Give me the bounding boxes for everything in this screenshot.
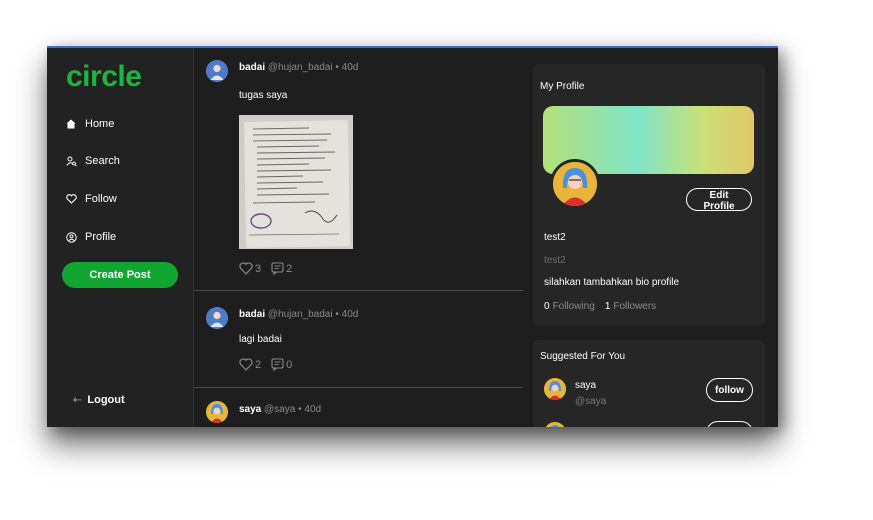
comment-icon (271, 262, 284, 275)
followers-count: 1 (604, 301, 611, 312)
like-button[interactable]: 3 (239, 262, 261, 275)
app-window: circle Home Search Follow Profile Create… (47, 46, 778, 427)
profile-stats: 0 Following 1 Followers (544, 301, 656, 312)
sidebar-item-label: Home (85, 118, 115, 130)
right-panel: My Profile Edit Profile test2 test2 sila… (523, 48, 778, 427)
post-handle: @saya (264, 404, 296, 415)
reply-button[interactable]: 0 (271, 358, 292, 371)
profile-name: test2 (544, 232, 566, 243)
profile-icon (65, 231, 77, 243)
heart-icon (239, 262, 253, 275)
reply-button[interactable]: 2 (271, 262, 292, 275)
feed: badai @hujan_badai • 40d tugas saya 3 2 … (193, 48, 524, 427)
post-author[interactable]: badai (239, 62, 265, 73)
follow-button[interactable]: follow (706, 378, 753, 402)
suggested-user-handle: @saya (575, 396, 607, 407)
profile-avatar[interactable] (550, 159, 600, 209)
sidebar: circle Home Search Follow Profile Create… (47, 48, 193, 427)
sidebar-item-label: Search (85, 155, 120, 167)
avatar[interactable] (544, 422, 566, 427)
like-count: 3 (255, 262, 262, 275)
post-separator: • (335, 309, 339, 320)
post-handle: @hujan_badai (267, 309, 333, 320)
post-item[interactable]: badai @hujan_badai • 40d lagi badai 2 0 (194, 291, 523, 388)
sidebar-item-search[interactable]: Search (65, 155, 120, 167)
post-text: lagi badai (239, 334, 282, 345)
following-count: 0 (544, 301, 550, 312)
post-author[interactable]: saya (239, 404, 261, 415)
comment-icon (271, 358, 284, 371)
search-user-icon (65, 155, 77, 167)
logout-icon: ⇠ (73, 394, 82, 406)
post-header: saya @saya • 40d (239, 404, 321, 415)
following-label[interactable]: Following (553, 301, 595, 312)
edit-profile-button[interactable]: Edit Profile (686, 188, 752, 212)
logout-button[interactable]: ⇠ Logout (73, 394, 125, 406)
avatar[interactable] (206, 60, 228, 82)
post-image[interactable] (239, 115, 353, 249)
logout-label: Logout (87, 394, 125, 406)
post-header: badai @hujan_badai • 40d (239, 62, 358, 73)
create-post-button[interactable]: Create Post (62, 262, 178, 288)
reply-count: 0 (286, 358, 293, 371)
profile-bio: silahkan tambahkan bio profile (544, 277, 680, 288)
post-separator: • (298, 404, 302, 415)
post-age: 40d (304, 404, 322, 415)
like-count: 2 (255, 358, 262, 371)
logo: circle (66, 60, 142, 93)
like-button[interactable]: 2 (239, 358, 261, 371)
post-header: badai @hujan_badai • 40d (239, 309, 358, 320)
sidebar-item-home[interactable]: Home (65, 118, 114, 130)
follow-button[interactable] (706, 421, 753, 427)
post-item[interactable]: badai @hujan_badai • 40d tugas saya 3 2 (194, 48, 523, 291)
reply-count: 2 (286, 262, 293, 275)
post-handle: @hujan_badai (267, 62, 333, 73)
profile-card-title: My Profile (540, 81, 585, 92)
post-age: 40d (341, 309, 359, 320)
avatar[interactable] (544, 378, 566, 400)
profile-username: test2 (544, 255, 566, 266)
sidebar-item-profile[interactable]: Profile (65, 231, 116, 243)
sidebar-item-follow[interactable]: Follow (65, 193, 117, 205)
post-actions: 3 2 (239, 262, 302, 275)
post-separator: • (335, 62, 339, 73)
suggested-title: Suggested For You (540, 351, 626, 362)
avatar[interactable] (206, 307, 228, 329)
heart-icon (65, 193, 77, 205)
profile-card: My Profile Edit Profile test2 test2 sila… (533, 64, 765, 326)
heart-icon (239, 358, 253, 371)
post-author[interactable]: badai (239, 309, 265, 320)
sidebar-item-label: Follow (85, 193, 117, 205)
post-text: tugas saya (239, 90, 288, 101)
post-actions: 2 0 (239, 358, 302, 371)
followers-label[interactable]: Followers (613, 301, 656, 312)
home-icon (65, 118, 77, 130)
suggested-user-name[interactable]: saya (575, 380, 596, 391)
post-age: 40d (341, 62, 359, 73)
suggested-card: Suggested For You saya @saya follow (533, 340, 765, 427)
sidebar-item-label: Profile (85, 231, 117, 243)
avatar[interactable] (206, 401, 228, 423)
post-item[interactable]: saya @saya • 40d (194, 388, 523, 427)
